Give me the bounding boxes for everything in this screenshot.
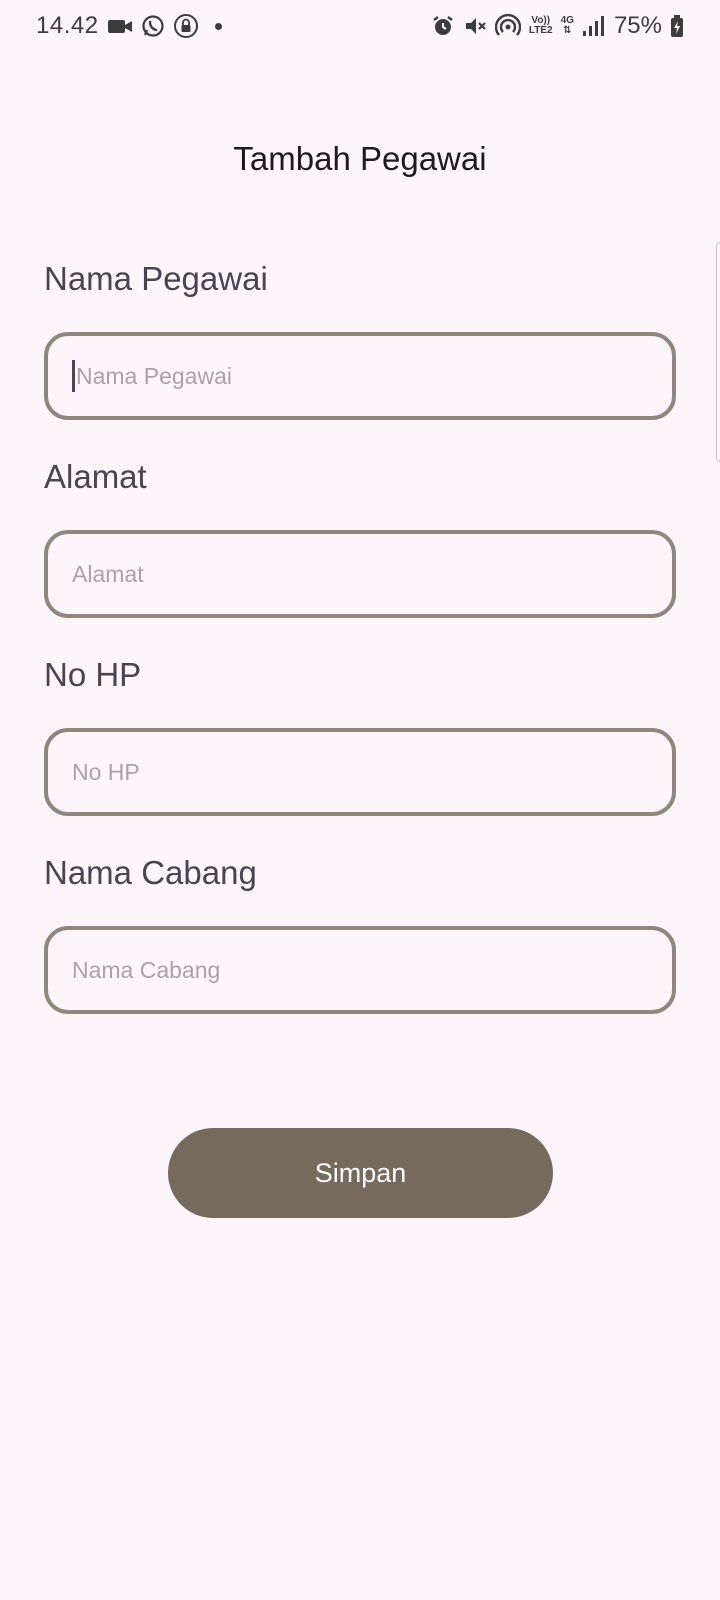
alarm-icon — [431, 14, 455, 38]
alamat-input[interactable]: Alamat — [44, 530, 676, 618]
status-bar: 14.42 Vo)) LTE2 4G ⇅ 75% — [0, 0, 720, 52]
no-hp-input[interactable]: No HP — [44, 728, 676, 816]
nama-cabang-placeholder: Nama Cabang — [72, 956, 221, 983]
video-camera-icon — [107, 16, 133, 36]
hotspot-icon — [494, 13, 521, 39]
page-title: Tambah Pegawai — [233, 140, 487, 177]
volte-icon: Vo)) LTE2 — [529, 16, 553, 36]
notification-dot — [214, 22, 222, 30]
data-arrows: ⇅ — [563, 25, 572, 36]
nama-cabang-label: Nama Cabang — [44, 854, 257, 891]
no-hp-label: No HP — [44, 656, 142, 693]
status-right: Vo)) LTE2 4G ⇅ 75% — [431, 12, 684, 40]
battery-percent: 75% — [613, 12, 662, 39]
no-hp-placeholder: No HP — [72, 758, 140, 785]
edge-panel-handle[interactable] — [716, 242, 720, 462]
save-button[interactable]: Simpan — [168, 1128, 553, 1218]
status-left: 14.42 — [36, 12, 222, 40]
4g-icon: 4G ⇅ — [561, 16, 574, 36]
text-cursor — [72, 360, 75, 392]
nama-pegawai-input[interactable]: Nama Pegawai — [44, 332, 676, 420]
mute-icon — [463, 14, 487, 38]
alamat-placeholder: Alamat — [72, 560, 144, 587]
status-time: 14.42 — [36, 12, 99, 39]
battery-charging-icon — [670, 14, 684, 38]
signal-icon — [582, 15, 604, 37]
save-button-label: Simpan — [314, 1157, 407, 1188]
nama-pegawai-label: Nama Pegawai — [44, 260, 268, 297]
lock-icon — [173, 13, 199, 39]
nama-pegawai-placeholder: Nama Pegawai — [76, 362, 232, 389]
whatsapp-icon — [141, 14, 165, 38]
volte-bottom: LTE2 — [528, 25, 553, 36]
nama-cabang-input[interactable]: Nama Cabang — [44, 926, 676, 1014]
alamat-label: Alamat — [44, 458, 147, 495]
